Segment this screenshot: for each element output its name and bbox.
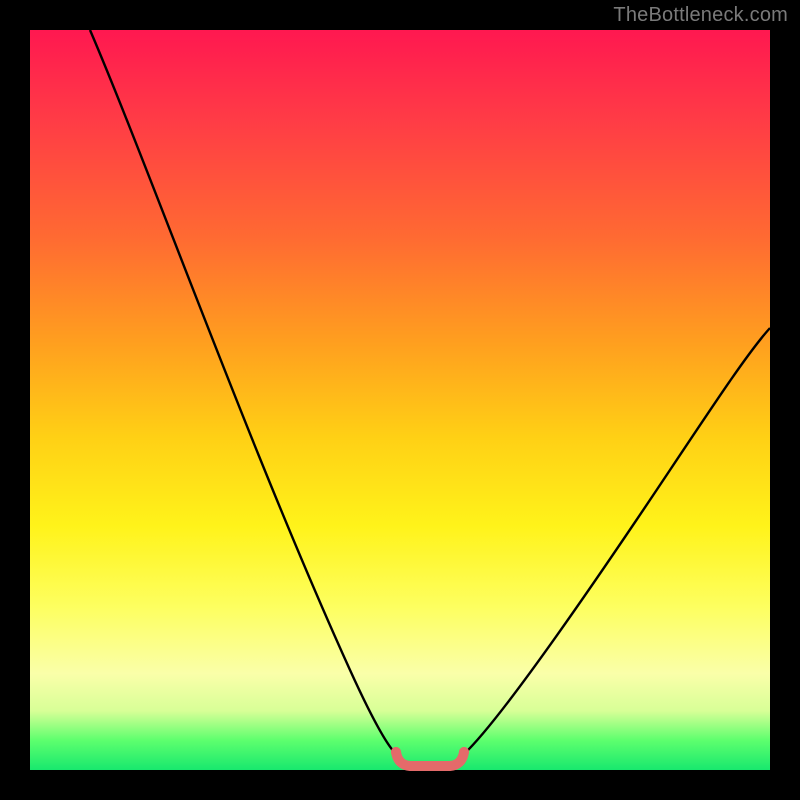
- curve-right-branch: [464, 328, 770, 754]
- curve-left-branch: [90, 30, 396, 754]
- ideal-zone-end-left: [391, 747, 401, 757]
- chart-frame: TheBottleneck.com: [0, 0, 800, 800]
- curve-layer: [30, 30, 770, 770]
- watermark-text: TheBottleneck.com: [613, 4, 788, 27]
- plot-area: [30, 30, 770, 770]
- ideal-zone-curve: [396, 752, 464, 766]
- ideal-zone-end-right: [459, 747, 469, 757]
